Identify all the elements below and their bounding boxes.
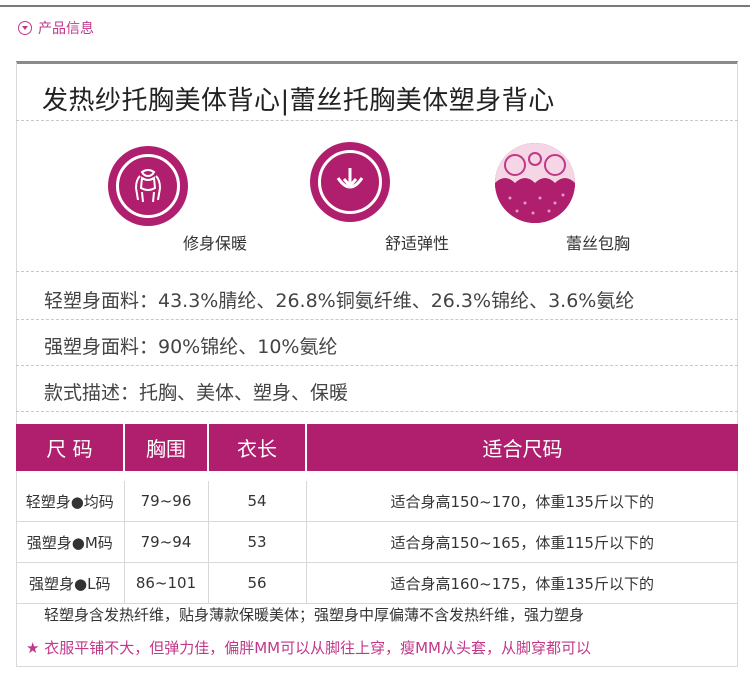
top-divider [0, 5, 750, 7]
cell-length: 53 [208, 521, 307, 563]
cell-size: 强塑身●L码 [16, 562, 125, 604]
cell-size: 强塑身●M码 [16, 521, 125, 563]
feature-badge-elastic [310, 142, 390, 222]
lace-bra-icon [495, 143, 575, 223]
size-table-header: 尺 码 胸围 衣长 适合尺码 [16, 424, 738, 471]
section-header[interactable]: 产品信息 [18, 16, 94, 40]
cell-bust: 79~94 [124, 521, 209, 563]
table-row: 轻塑身●均码 79~96 54 适合身高150~170，体重135斤以下的 [16, 481, 738, 522]
divider [16, 411, 738, 412]
table-row: 强塑身●M码 79~94 53 适合身高150~165，体重115斤以下的 [16, 521, 738, 563]
header-size: 尺 码 [16, 424, 125, 471]
info-strong-fabric: 强塑身面料：90%锦纶、10%氨纶 [44, 336, 338, 358]
size-table: 尺 码 胸围 衣长 适合尺码 轻塑身●均码 79~96 54 适合身高150~1… [16, 424, 738, 604]
cell-size: 轻塑身●均码 [16, 481, 125, 522]
cell-length: 54 [208, 481, 307, 522]
cell-fit: 适合身高150~165，体重115斤以下的 [306, 521, 738, 563]
feature-label-body: 修身保暖 [183, 234, 248, 253]
cell-fit: 适合身高160~175，体重135斤以下的 [306, 562, 738, 604]
cell-length: 56 [208, 562, 307, 604]
divider [16, 271, 738, 272]
fabric-note: 轻塑身含发热纤维，贴身薄款保暖美体；强塑身中厚偏薄不含发热纤维，强力塑身 [44, 606, 585, 624]
feature-label-lace: 蕾丝包胸 [566, 234, 631, 253]
feature-badge-body [108, 146, 188, 226]
header-length: 衣长 [208, 424, 307, 471]
info-style-desc: 款式描述：托胸、美体、塑身、保暖 [44, 382, 349, 404]
cell-bust: 86~101 [124, 562, 209, 604]
product-title: 发热纱托胸美体背心|蕾丝托胸美体塑身背心 [42, 86, 555, 116]
cell-fit: 适合身高150~170，体重135斤以下的 [306, 481, 738, 522]
header-fit: 适合尺码 [306, 424, 738, 471]
body-shape-icon [134, 169, 162, 203]
feature-label-elastic: 舒适弹性 [385, 234, 450, 253]
info-light-fabric: 轻塑身面料：43.3%腈纶、26.8%铜氨纤维、26.3%锦纶、3.6%氨纶 [44, 290, 635, 312]
header-bust: 胸围 [124, 424, 209, 471]
chevron-down-icon [18, 21, 32, 35]
divider [16, 319, 738, 320]
feature-badge-lace [495, 143, 575, 223]
divider [16, 365, 738, 366]
cell-bust: 79~96 [124, 481, 209, 522]
divider [16, 120, 738, 121]
section-header-label: 产品信息 [38, 21, 94, 37]
wearing-tip: ★ 衣服平铺不大，但弹力佳，偏胖MM可以从脚往上穿，瘦MM从头套，从脚穿都可以 [26, 639, 591, 657]
elastic-arrow-icon [336, 168, 364, 189]
table-row: 强塑身●L码 86~101 56 适合身高160~175，体重135斤以下的 [16, 562, 738, 604]
